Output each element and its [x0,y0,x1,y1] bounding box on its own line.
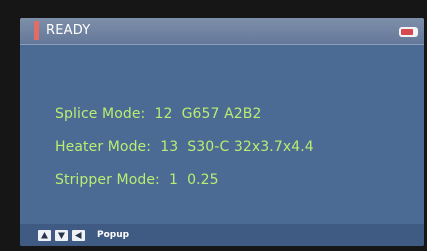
battery-icon [399,27,418,37]
popup-button[interactable]: Popup [97,230,129,240]
stripper-mode-text: Stripper Mode: 1 0.25 [55,172,219,188]
status-title: READY [46,23,91,38]
down-arrow-icon[interactable] [55,230,68,241]
status-marker [34,21,39,40]
heater-mode-text: Heater Mode: 13 S30-C 32x3.7x4.4 [55,139,314,155]
display-screen: READY Splice Mode: 12 G657 A2B2 Heater M… [20,18,424,246]
up-arrow-icon[interactable] [38,230,51,241]
device-bezel: READY Splice Mode: 12 G657 A2B2 Heater M… [0,0,427,251]
left-arrow-icon[interactable] [72,230,85,241]
battery-level [401,29,413,35]
splice-mode-text: Splice Mode: 12 G657 A2B2 [55,106,262,122]
status-bar: READY [20,18,424,45]
bottom-soft-key-bar: Popup [20,224,424,246]
